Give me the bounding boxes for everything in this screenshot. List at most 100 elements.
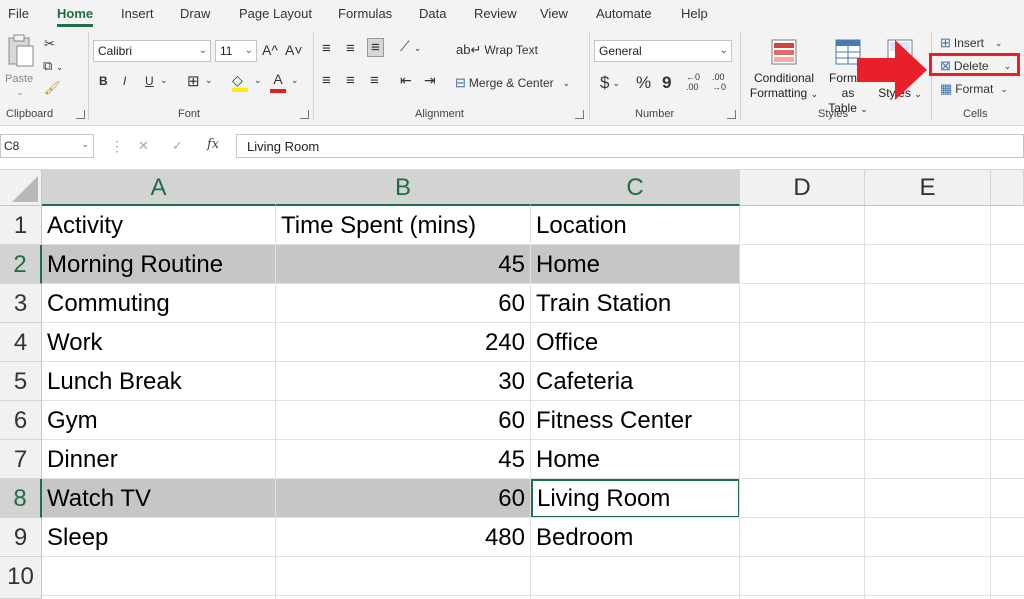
alignment-launcher-icon[interactable] xyxy=(575,110,584,119)
shrink-font-button[interactable]: A˅ xyxy=(285,42,303,58)
cancel-icon[interactable]: ✕ xyxy=(138,138,149,154)
tab-home[interactable]: Home xyxy=(57,6,94,27)
cell-b7[interactable]: 45 xyxy=(276,440,531,479)
tab-formulas[interactable]: Formulas xyxy=(338,6,392,21)
row-header-5[interactable]: 5 xyxy=(0,362,42,401)
cell-b9[interactable]: 480 xyxy=(276,518,531,557)
tab-review[interactable]: Review xyxy=(474,6,517,21)
cell-b3[interactable]: 60 xyxy=(276,284,531,323)
cell-b8[interactable]: 60 xyxy=(276,479,531,518)
cell-c7[interactable]: Home xyxy=(531,440,740,479)
bold-button[interactable]: B xyxy=(99,74,108,88)
select-all-corner[interactable] xyxy=(0,170,42,206)
cell-a3[interactable]: Commuting xyxy=(42,284,276,323)
chevron-down-icon[interactable]: ⌄ xyxy=(160,75,168,86)
paste-button[interactable]: Paste ⌄ xyxy=(4,34,38,100)
row-10-cells[interactable] xyxy=(42,557,740,599)
italic-button[interactable]: I xyxy=(123,74,126,88)
tab-automate[interactable]: Automate xyxy=(596,6,652,21)
cell-b2[interactable]: 45 xyxy=(276,245,531,284)
cell-c9[interactable]: Bedroom xyxy=(531,518,740,557)
row-header-8[interactable]: 8 xyxy=(0,479,42,518)
cell-a4[interactable]: Work xyxy=(42,323,276,362)
column-header-f[interactable] xyxy=(991,170,1024,206)
clipboard-launcher-icon[interactable] xyxy=(76,110,85,119)
borders-icon[interactable]: ⊞ xyxy=(187,72,200,90)
font-launcher-icon[interactable] xyxy=(300,110,309,119)
chevron-down-icon[interactable]: ⌄ xyxy=(254,75,262,86)
wrap-text-button[interactable]: ab↵ Wrap Text xyxy=(456,42,538,58)
chevron-down-icon[interactable]: ⌄ xyxy=(291,75,299,86)
cell-c4[interactable]: Office xyxy=(531,323,740,362)
align-middle-icon[interactable]: ≡ xyxy=(346,40,355,57)
number-format-select[interactable]: General ⌄ xyxy=(594,40,732,62)
tab-view[interactable]: View xyxy=(540,6,568,21)
column-header-b[interactable]: B xyxy=(276,170,531,206)
column-header-c[interactable]: C xyxy=(531,170,740,206)
cell-b1[interactable]: Time Spent (mins) xyxy=(276,206,531,245)
cell-b5[interactable]: 30 xyxy=(276,362,531,401)
cell-a1[interactable]: Activity xyxy=(42,206,276,245)
row-header-4[interactable]: 4 xyxy=(0,323,42,362)
merge-center-button[interactable]: ⊟ Merge & Center ⌄ xyxy=(455,75,570,91)
cell-a9[interactable]: Sleep xyxy=(42,518,276,557)
tab-help[interactable]: Help xyxy=(681,6,708,21)
align-top-icon[interactable]: ≡ xyxy=(322,40,331,57)
font-size-select[interactable]: 11 ⌄ xyxy=(215,40,257,62)
row-header-10[interactable]: 10 xyxy=(0,557,42,599)
decrease-indent-icon[interactable]: ⇤ xyxy=(400,72,412,89)
cell-a5[interactable]: Lunch Break xyxy=(42,362,276,401)
increase-decimal-button[interactable]: ←0 .00 xyxy=(686,72,708,92)
grow-font-button[interactable]: A^ xyxy=(262,42,278,58)
enter-icon[interactable]: ✓ xyxy=(172,138,183,154)
decrease-decimal-button[interactable]: .00 →0 xyxy=(712,72,734,92)
fill-color-icon[interactable]: ◇ xyxy=(232,72,248,92)
row-header-7[interactable]: 7 xyxy=(0,440,42,479)
tab-draw[interactable]: Draw xyxy=(180,6,210,21)
row-header-6[interactable]: 6 xyxy=(0,401,42,440)
font-name-select[interactable]: Calibri ⌄ xyxy=(93,40,211,62)
delete-cells-button[interactable]: ⊠ Delete ⌄ xyxy=(940,58,1011,74)
format-painter-icon[interactable]: 🖌 xyxy=(44,80,61,96)
cell-c2[interactable]: Home xyxy=(531,245,740,284)
cell-a7[interactable]: Dinner xyxy=(42,440,276,479)
chevron-down-icon[interactable]: ⌄ xyxy=(205,75,213,86)
formula-bar-grip-icon[interactable]: ⋮ xyxy=(110,138,124,155)
tab-data[interactable]: Data xyxy=(419,6,446,21)
align-bottom-icon[interactable]: ≡ xyxy=(367,38,384,57)
column-header-d[interactable]: D xyxy=(740,170,865,206)
column-header-a[interactable]: A xyxy=(42,170,276,206)
row-header-9[interactable]: 9 xyxy=(0,518,42,557)
cell-b4[interactable]: 240 xyxy=(276,323,531,362)
tab-file[interactable]: File xyxy=(8,6,29,21)
align-right-icon[interactable]: ≡ xyxy=(370,72,379,89)
cell-a6[interactable]: Gym xyxy=(42,401,276,440)
cell-c3[interactable]: Train Station xyxy=(531,284,740,323)
name-box[interactable]: C8 ⌄ xyxy=(0,134,94,158)
cell-c5[interactable]: Cafeteria xyxy=(531,362,740,401)
cell-a2[interactable]: Morning Routine xyxy=(42,245,276,284)
insert-function-icon[interactable]: fx xyxy=(207,137,219,152)
tab-page-layout[interactable]: Page Layout xyxy=(239,6,312,21)
tab-insert[interactable]: Insert xyxy=(121,6,154,21)
formula-input[interactable]: Living Room xyxy=(236,134,1024,158)
format-cells-button[interactable]: ▦ Format ⌄ xyxy=(940,81,1008,97)
insert-cells-button[interactable]: ⊞ Insert ⌄ xyxy=(940,35,1002,51)
percent-button[interactable]: % xyxy=(636,73,651,93)
cell-b6[interactable]: 60 xyxy=(276,401,531,440)
cell-c8-active[interactable]: Living Room xyxy=(531,479,740,518)
align-center-icon[interactable]: ≡ xyxy=(346,72,355,89)
currency-button[interactable]: $ ⌄ xyxy=(600,73,620,93)
cell-c1[interactable]: Location xyxy=(531,206,740,245)
orientation-icon[interactable]: ⟋ ⌄ xyxy=(400,38,421,55)
row-header-2[interactable]: 2 xyxy=(0,245,42,284)
cut-icon[interactable]: ✂ xyxy=(44,36,55,52)
cell-a8[interactable]: Watch TV xyxy=(42,479,276,518)
conditional-formatting-button[interactable]: Conditional Formatting ⌄ xyxy=(745,36,823,104)
copy-icon[interactable]: ⧉ ⌄ xyxy=(43,58,63,74)
cell-c6[interactable]: Fitness Center xyxy=(531,401,740,440)
underline-button[interactable]: U xyxy=(145,74,154,88)
column-header-e[interactable]: E xyxy=(865,170,991,206)
comma-button[interactable]: 9 xyxy=(662,73,671,93)
font-color-icon[interactable]: A xyxy=(270,71,286,93)
